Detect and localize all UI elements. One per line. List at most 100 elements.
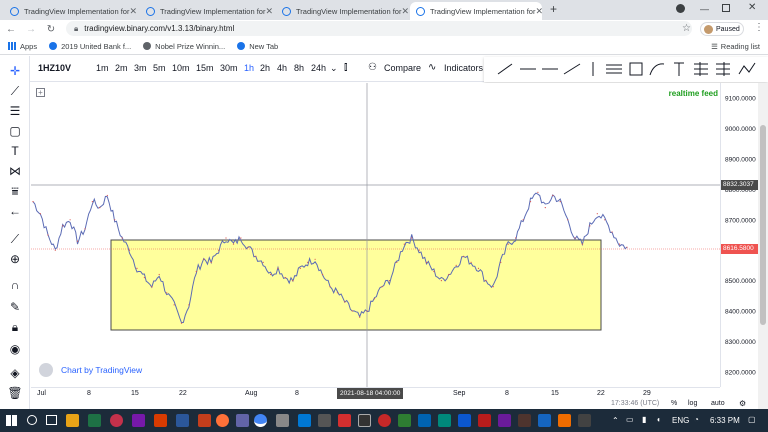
bookmark-item[interactable]: 2019 United Bank f... <box>49 42 131 51</box>
arc-icon[interactable] <box>649 63 665 76</box>
settings-gear-icon[interactable]: ⚙ <box>739 399 746 408</box>
app-icon[interactable] <box>398 414 411 427</box>
app-icon[interactable] <box>298 414 311 427</box>
app-icon[interactable] <box>578 414 591 427</box>
tray-chevron-icon[interactable]: ⌃ <box>612 416 619 425</box>
lock-drawing-icon[interactable]: 🔒︎ <box>7 320 23 334</box>
rectangle-icon[interactable]: ▢ <box>7 124 23 138</box>
interval-30m[interactable]: 30m <box>220 63 238 73</box>
text-tool-icon[interactable] <box>674 62 684 76</box>
interval-3m[interactable]: 3m <box>134 63 147 73</box>
app-icon[interactable] <box>110 414 123 427</box>
profile-button[interactable]: Paused <box>700 22 744 36</box>
auto-toggle[interactable]: auto <box>711 400 725 407</box>
bookmark-star-icon[interactable]: ☆ <box>682 23 691 34</box>
back-icon[interactable]: ← <box>4 24 18 35</box>
zoom-in-icon[interactable]: ⊕ <box>7 252 23 266</box>
reading-list-button[interactable]: ☰ Reading list <box>711 42 760 51</box>
indicators-icon[interactable]: ∿ <box>428 62 436 73</box>
language-indicator[interactable]: ENG <box>672 416 689 425</box>
magnet-icon[interactable]: ∩ <box>7 278 23 292</box>
tab-close-icon[interactable]: ✕ <box>129 6 136 17</box>
app-icon[interactable] <box>418 414 431 427</box>
compare-button[interactable]: Compare <box>384 63 421 73</box>
app-icon[interactable] <box>478 414 491 427</box>
stay-drawing-icon[interactable]: ✎ <box>7 300 23 314</box>
forward-icon[interactable]: → <box>24 24 38 35</box>
pattern-icon[interactable]: ⋈ <box>7 164 23 178</box>
interval-10m[interactable]: 10m <box>172 63 190 73</box>
interval-2m[interactable]: 2m <box>115 63 128 73</box>
log-toggle[interactable]: log <box>688 400 697 407</box>
ruler-icon[interactable]: ⟋ <box>7 232 23 246</box>
app-icon[interactable] <box>358 414 371 427</box>
browser-tab[interactable]: TradingView Implementation for ✕ <box>4 2 136 20</box>
layers-icon[interactable]: ◈ <box>7 366 23 380</box>
app-icon[interactable] <box>518 414 531 427</box>
reload-icon[interactable]: ↻ <box>44 24 58 35</box>
tradingview-attribution[interactable]: Chart by TradingView <box>39 363 142 377</box>
fib-retracement-icon[interactable] <box>694 62 708 76</box>
interval-15m[interactable]: 15m <box>196 63 214 73</box>
interval-1m[interactable]: 1m <box>96 63 109 73</box>
maximize-icon[interactable] <box>722 4 730 12</box>
tab-search-icon[interactable] <box>676 4 685 13</box>
excel-icon[interactable] <box>88 414 101 427</box>
word-icon[interactable] <box>176 414 189 427</box>
symbol-search[interactable]: 1HZ10V <box>38 63 71 73</box>
app-icon[interactable] <box>338 414 351 427</box>
tab-close-icon[interactable]: ✕ <box>535 6 542 17</box>
firefox-icon[interactable] <box>216 414 229 427</box>
new-tab-button[interactable]: + <box>550 2 557 16</box>
text-icon[interactable]: T <box>7 144 23 158</box>
interval-1h[interactable]: 1h <box>244 63 254 73</box>
crosshair-icon[interactable]: ✛ <box>7 64 23 78</box>
browser-tab-active[interactable]: TradingView Implementation for ✕ <box>410 2 542 20</box>
visibility-eye-icon[interactable]: ◉ <box>7 342 23 356</box>
app-icon[interactable] <box>558 414 571 427</box>
volume-icon[interactable]: ◖ <box>656 415 661 424</box>
app-icon[interactable] <box>276 414 289 427</box>
time-axis[interactable]: Jul 8 15 22 Aug 8 2021-08-18 04:00:00 Se… <box>31 387 720 399</box>
bookmark-apps[interactable]: Apps <box>8 42 37 51</box>
app-icon[interactable] <box>458 414 471 427</box>
chart-pane[interactable]: + realtime feed Chart by TradingView <box>31 83 720 387</box>
interval-chevron-down-icon[interactable]: ⌄ <box>330 63 338 74</box>
trend-line-icon[interactable] <box>497 63 513 75</box>
expand-legend-icon[interactable]: + <box>36 88 45 97</box>
wifi-icon[interactable]: ◔ <box>694 415 699 424</box>
interval-24h[interactable]: 24h <box>311 63 326 73</box>
interval-5m[interactable]: 5m <box>153 63 166 73</box>
powerpoint-icon[interactable] <box>154 414 167 427</box>
window-close-icon[interactable]: ✕ <box>748 2 756 13</box>
menu-dots-icon[interactable]: ⋮ <box>754 22 764 33</box>
search-icon[interactable] <box>27 415 37 425</box>
chrome-icon[interactable] <box>254 414 267 427</box>
parallel-channel-icon[interactable] <box>606 64 622 74</box>
horizontal-lines-icon[interactable]: ☰ <box>7 104 23 118</box>
minimize-icon[interactable]: — <box>700 4 709 14</box>
indicators-button[interactable]: Indicators <box>444 63 483 73</box>
trend-line-icon[interactable]: ⟋ <box>7 84 23 98</box>
compare-icon[interactable]: ⚇ <box>368 62 377 73</box>
interval-4h[interactable]: 4h <box>277 63 287 73</box>
interval-8h[interactable]: 8h <box>294 63 304 73</box>
browser-tab[interactable]: TradingView Implementation for ✕ <box>276 2 408 20</box>
bookmark-item[interactable]: New Tab <box>237 42 278 51</box>
app-icon[interactable] <box>498 414 511 427</box>
bookmark-item[interactable]: Nobel Prize Winnin... <box>143 42 225 51</box>
task-view-icon[interactable] <box>46 415 57 425</box>
battery-icon[interactable]: ▮ <box>642 415 646 424</box>
rectangle-icon[interactable] <box>629 62 643 76</box>
brush-icon[interactable] <box>738 62 756 75</box>
page-scrollbar[interactable] <box>758 83 768 409</box>
windows-start-icon[interactable] <box>6 415 17 426</box>
percent-toggle[interactable]: % <box>671 400 677 407</box>
file-explorer-icon[interactable] <box>66 414 79 427</box>
ray-icon[interactable] <box>563 63 581 75</box>
app-icon[interactable] <box>538 414 551 427</box>
trash-icon[interactable]: 🗑︎ <box>7 386 23 400</box>
back-arrow-icon[interactable]: ← <box>7 204 23 218</box>
chart-type-icon[interactable]: ⫾ <box>344 61 348 74</box>
app-icon[interactable] <box>318 414 331 427</box>
